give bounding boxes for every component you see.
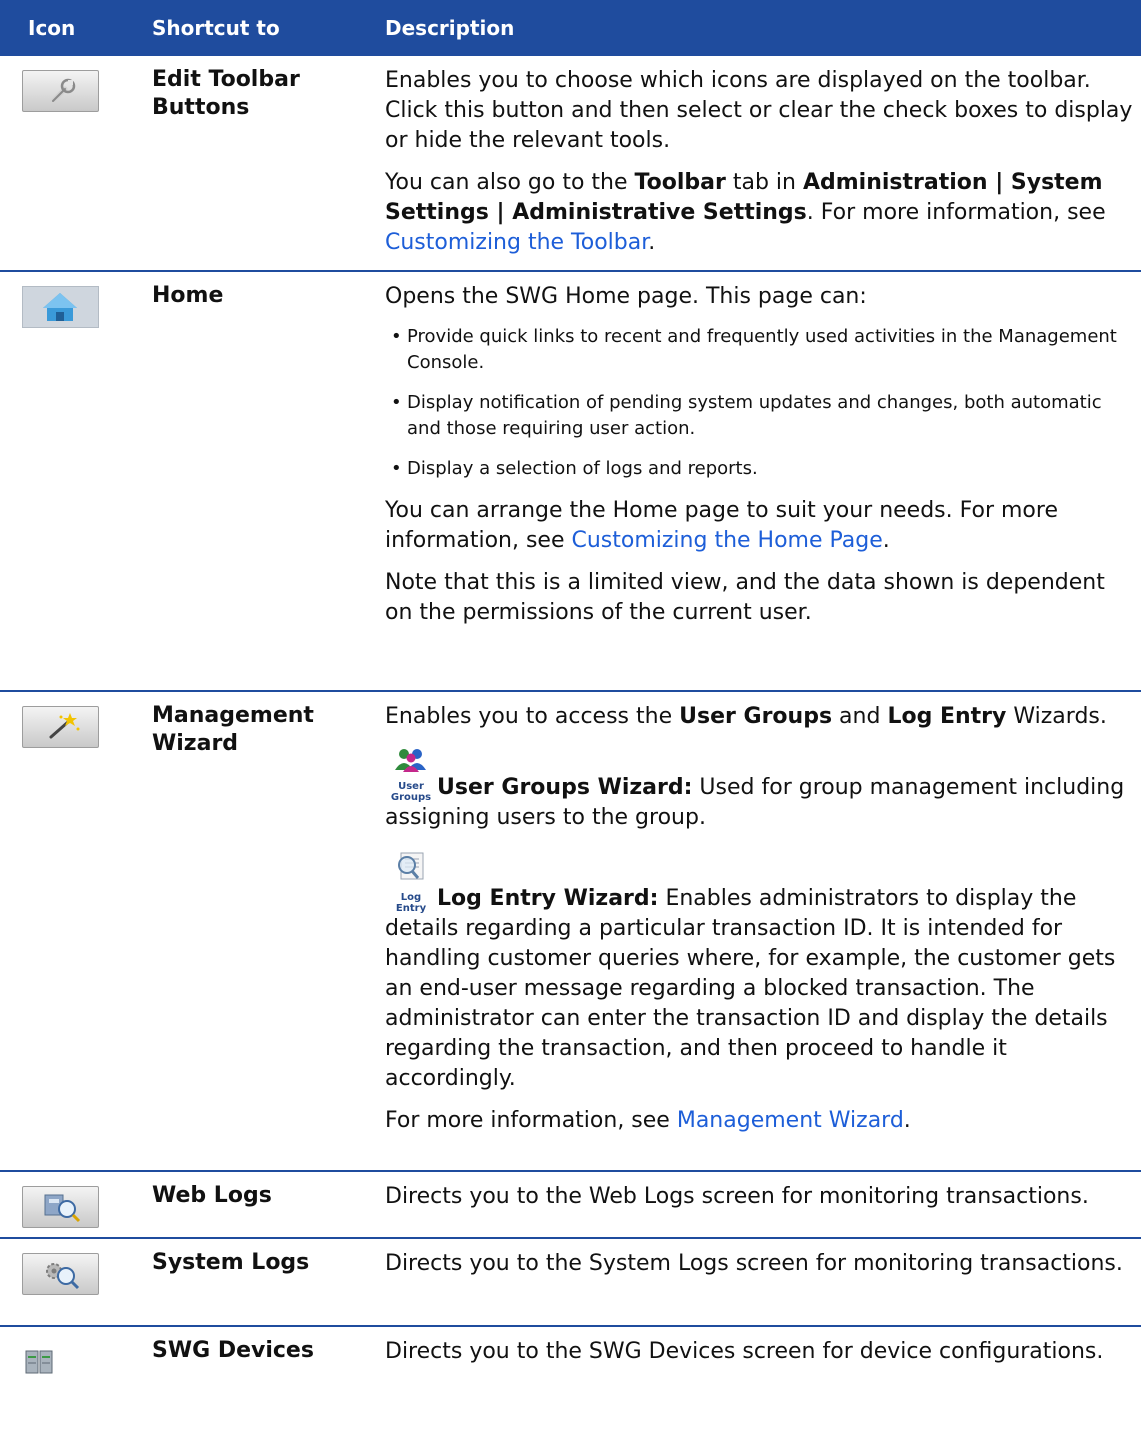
desc-paragraph: Enables you to access the User Groups an…: [385, 704, 1107, 729]
shortcut-edit-toolbar: Edit Toolbar Buttons: [152, 67, 300, 120]
desc-paragraph: You can arrange the Home page to suit yo…: [385, 498, 1058, 553]
description-edit-toolbar: Enables you to choose which icons are di…: [385, 56, 1141, 271]
description-system-logs: Directs you to the System Logs screen fo…: [385, 1251, 1123, 1276]
table-row-system-logs: System Logs Directs you to the System Lo…: [0, 1238, 1141, 1326]
system-logs-icon[interactable]: [22, 1253, 99, 1295]
shortcut-web-logs: Web Logs: [152, 1183, 272, 1208]
table-row-edit-toolbar: Edit Toolbar Buttons Enables you to choo…: [0, 56, 1141, 271]
header-description: Description: [385, 16, 515, 40]
description-swg-devices: Directs you to the SWG Devices screen fo…: [385, 1339, 1104, 1364]
desc-paragraph: Note that this is a limited view, and th…: [385, 570, 1105, 625]
shortcut-home: Home: [152, 283, 224, 308]
list-item: Display notification of pending system u…: [391, 390, 1135, 442]
toolbar-shortcuts-table: Icon Shortcut to Description Edit Toolba…: [0, 0, 1141, 1406]
desc-paragraph: You can also go to the Toolbar tab in Ad…: [385, 170, 1106, 255]
swg-devices-icon[interactable]: [22, 1341, 97, 1381]
header-shortcut: Shortcut to: [152, 16, 280, 40]
header-icon: Icon: [28, 16, 76, 40]
user-groups-icon[interactable]: User Groups: [385, 748, 437, 803]
web-logs-icon[interactable]: [22, 1186, 99, 1228]
home-icon[interactable]: [22, 286, 99, 328]
table-row-management-wizard: Management Wizard Enables you to access …: [0, 691, 1141, 1171]
description-web-logs: Directs you to the Web Logs screen for m…: [385, 1184, 1089, 1209]
link-customizing-home-page[interactable]: Customizing the Home Page: [571, 528, 882, 553]
desc-paragraph: Opens the SWG Home page. This page can:: [385, 284, 867, 309]
list-item: Provide quick links to recent and freque…: [391, 324, 1135, 376]
table-row-home: Home Opens the SWG Home page. This page …: [0, 271, 1141, 691]
shortcut-system-logs: System Logs: [152, 1250, 310, 1275]
magic-wand-icon[interactable]: [22, 706, 99, 748]
table-row-web-logs: Web Logs Directs you to the Web Logs scr…: [0, 1171, 1141, 1238]
log-entry-icon[interactable]: Log Entry: [385, 851, 437, 914]
link-management-wizard[interactable]: Management Wizard: [677, 1108, 904, 1133]
log-entry-wizard-paragraph: Log Entry Log Entry Wizard: Enables admi…: [385, 851, 1135, 1094]
description-management-wizard: Enables you to access the User Groups an…: [385, 691, 1141, 1171]
description-home: Opens the SWG Home page. This page can: …: [385, 271, 1141, 691]
table-row-swg-devices: SWG Devices Directs you to the SWG Devic…: [0, 1326, 1141, 1406]
shortcut-swg-devices: SWG Devices: [152, 1338, 314, 1363]
home-bullet-list: Provide quick links to recent and freque…: [385, 324, 1135, 482]
shortcut-management-wizard: Management Wizard: [152, 703, 314, 756]
desc-paragraph: For more information, see Management Wiz…: [385, 1108, 911, 1133]
wrench-icon[interactable]: [22, 70, 99, 112]
table-header: Icon Shortcut to Description: [0, 0, 1141, 56]
user-groups-wizard-paragraph: User Groups User Groups Wizard: Used for…: [385, 748, 1135, 833]
link-customizing-toolbar[interactable]: Customizing the Toolbar: [385, 230, 648, 255]
desc-paragraph: Enables you to choose which icons are di…: [385, 68, 1133, 153]
list-item: Display a selection of logs and reports.: [391, 456, 1135, 482]
